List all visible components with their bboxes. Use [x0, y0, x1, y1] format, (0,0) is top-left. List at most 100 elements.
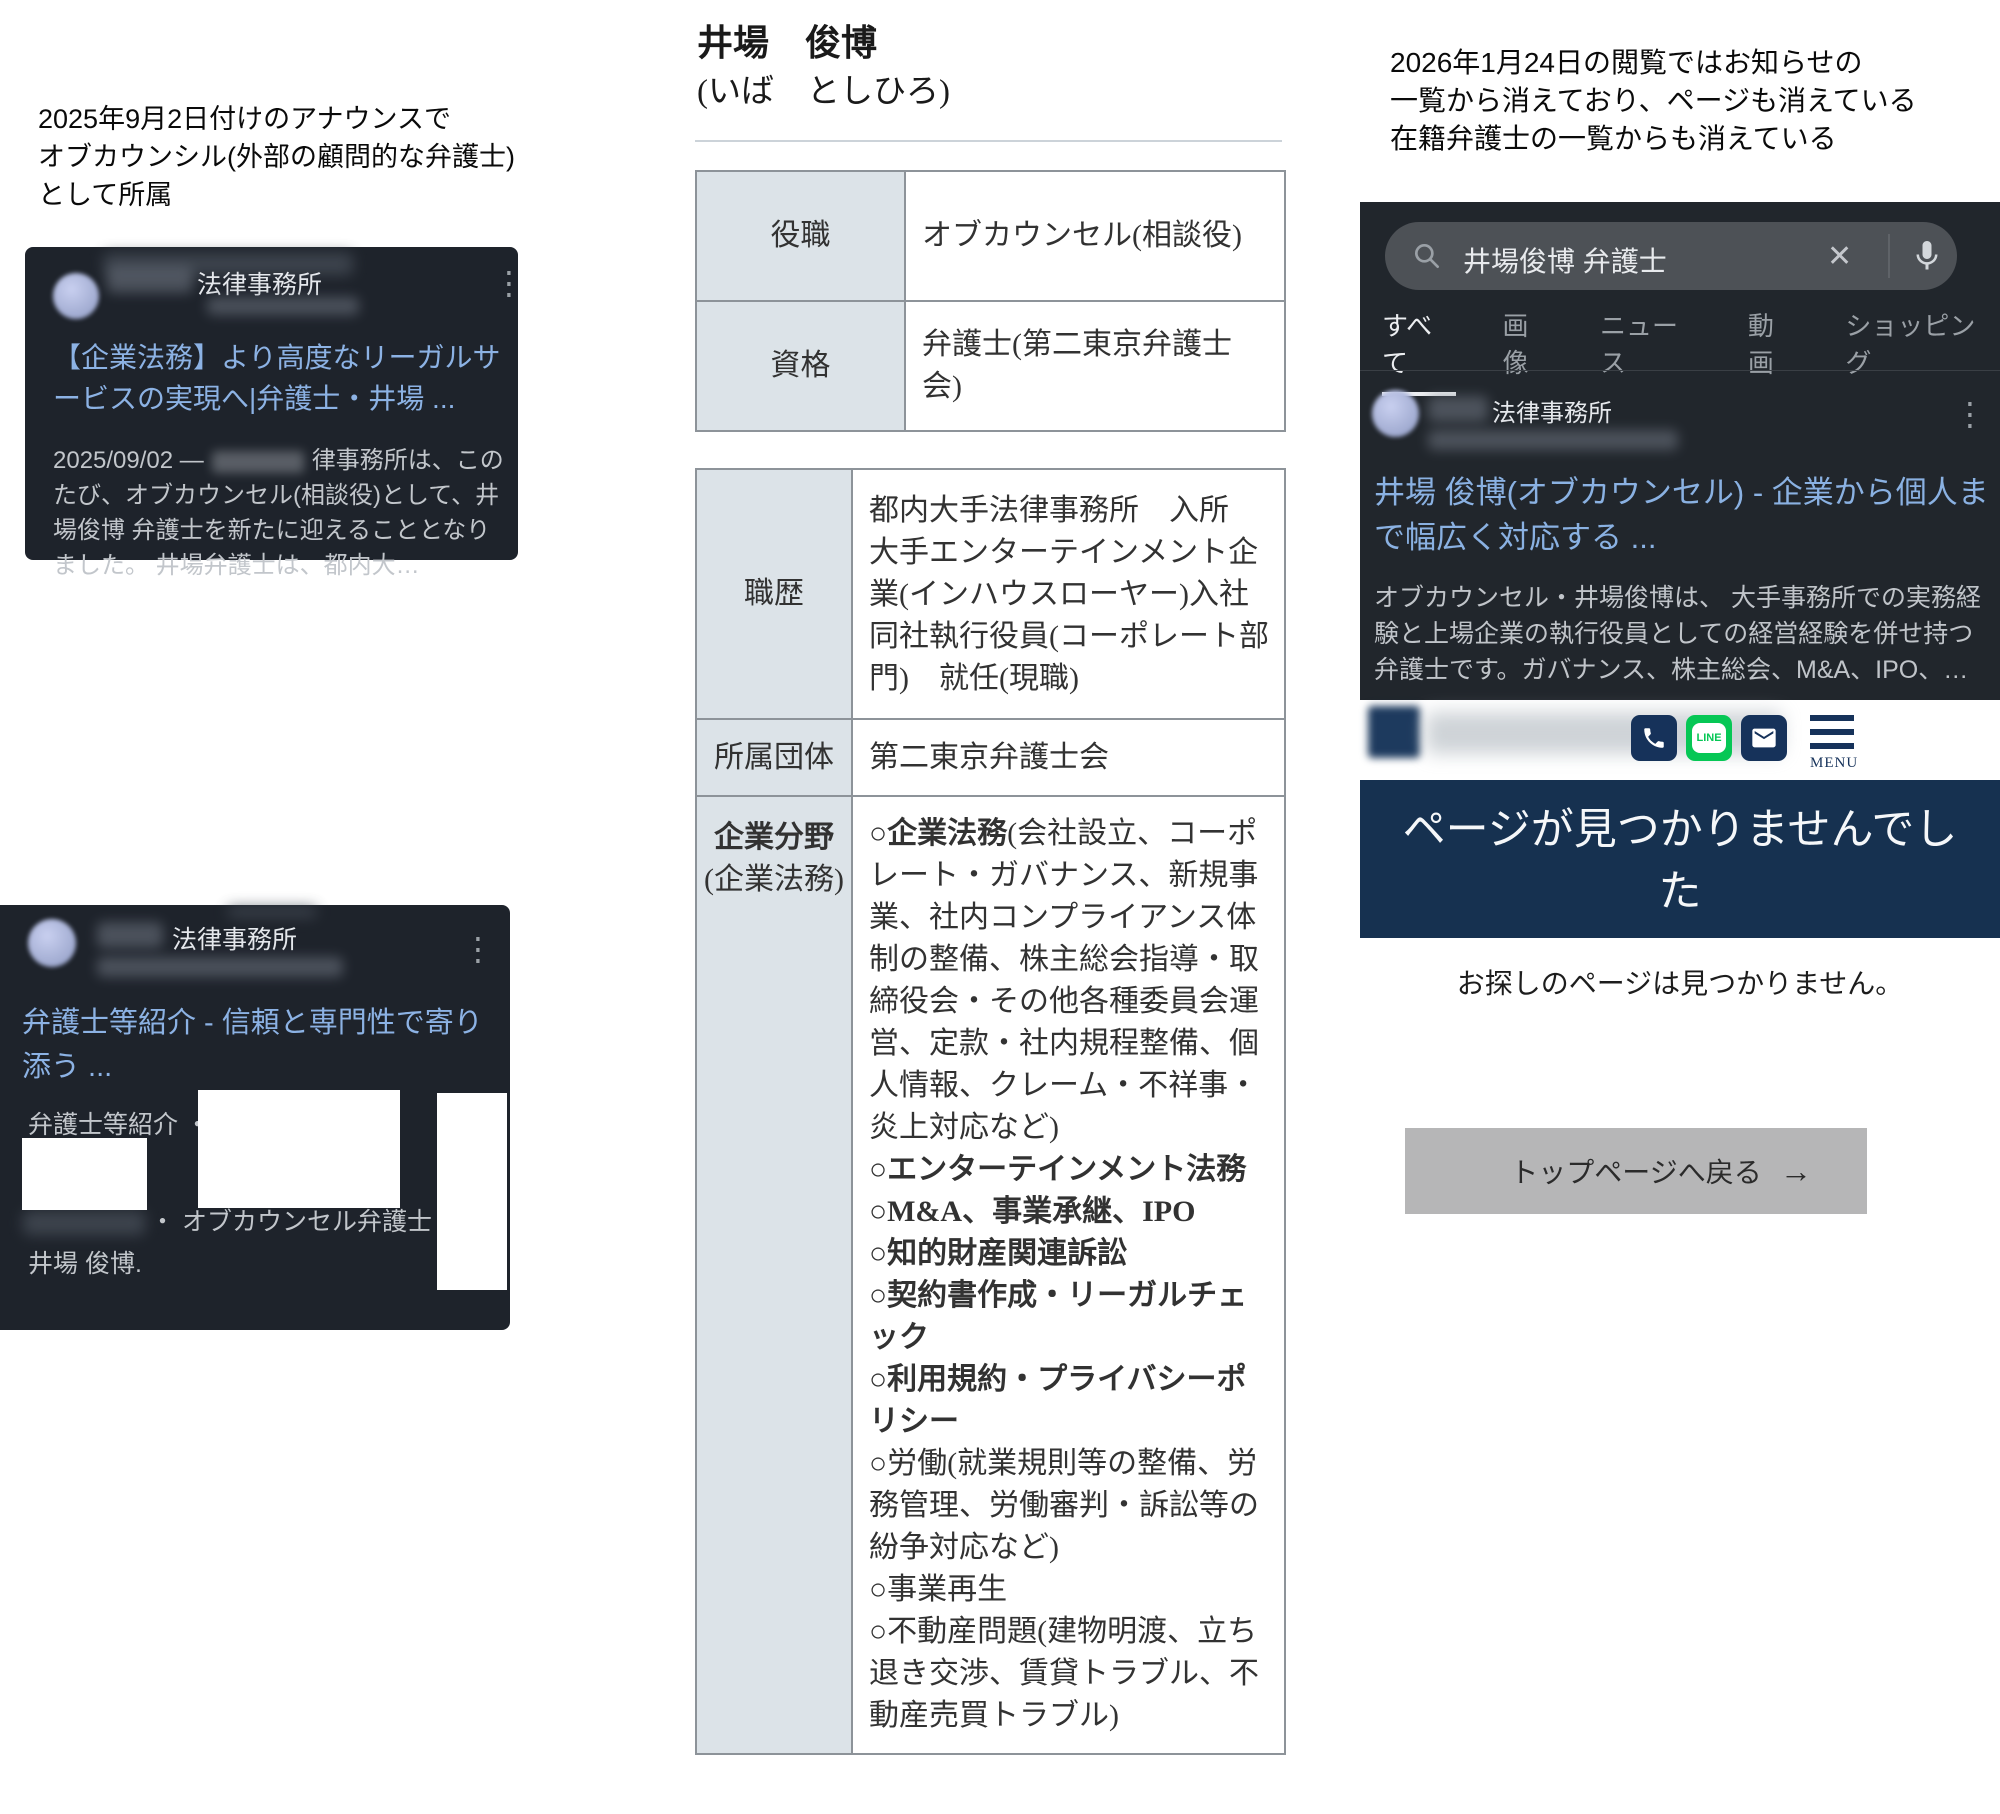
annotation-right: 2026年1月24日の閲覧ではお知らせの 一覧から消えており、ページも消えている…	[1390, 44, 1917, 158]
site-favicon-avatar	[1372, 390, 1419, 437]
redacted-site-name-blur	[1428, 396, 1488, 422]
row-value: オブカウンセル(相談役)	[905, 171, 1285, 301]
result-snippet-line: 井場 俊博.	[28, 1247, 142, 1282]
site-name: 法律事務所	[1492, 393, 1612, 428]
specialty-item: ○事業再生	[869, 1569, 1270, 1611]
redacted-logo-mark	[1368, 706, 1420, 758]
menu-button[interactable]: MENU	[1810, 715, 1858, 772]
hamburger-icon	[1810, 715, 1854, 721]
annotation-line: オブカウンシル(外部の顧問的な弁護士)	[38, 138, 515, 176]
search-result-card-intro: 法律事務所 ⋮ 弁護士等紹介 - 信頼と専門性で寄り添う ... 弁護士等紹介 …	[0, 905, 510, 1330]
career-value: 都内大手法律事務所 入所大手エンターテインメント企業(インハウスローヤー)入社同…	[852, 469, 1285, 719]
redaction-whitebox-thumbnail	[437, 1093, 507, 1290]
specialty-item: ○労働(就業規則等の整備、労務管理、労働審判・訴訟等の紛争対応など)	[869, 1443, 1270, 1569]
result-title-link[interactable]: 【企業法務】より高度なリーガルサービスの実現へ|弁護士・井場 ...	[53, 337, 505, 419]
annotation-line: 2025年9月2日付けのアナウンスで	[38, 100, 515, 138]
back-to-top-button[interactable]: トップページへ戻る →	[1405, 1128, 1867, 1214]
annotation-line: 在籍弁護士の一覧からも消えている	[1390, 120, 1917, 158]
result-title-link[interactable]: 弁護士等紹介 - 信頼と専門性で寄り添う ...	[22, 1001, 490, 1089]
table-row: 企業分野 (企業法務) ○企業法務(会社設立、コーポレート・ガバナンス、新規事業…	[696, 796, 1285, 1754]
redacted-url-blur	[207, 297, 359, 315]
redacted-url-blur	[97, 957, 343, 977]
phone-button[interactable]	[1631, 715, 1677, 761]
more-options-icon[interactable]: ⋮	[1954, 398, 1986, 430]
profile-table-career: 職歴 都内大手法律事務所 入所大手エンターテインメント企業(インハウスローヤー)…	[695, 468, 1286, 1755]
specialty-item: ○契約書作成・リーガルチェック	[869, 1275, 1270, 1359]
redacted-site-name-blur	[107, 267, 193, 293]
page-not-found-banner: ページが見つかりませんでした	[1360, 780, 2000, 938]
tab-videos[interactable]: 動画	[1748, 306, 1800, 396]
career-line: 都内大手法律事務所 入所	[869, 490, 1270, 532]
redacted-blur	[227, 907, 317, 917]
specialties-value: ○企業法務(会社設立、コーポレート・ガバナンス、新規事業、社内コンプライアンス体…	[852, 796, 1285, 1754]
phone-icon	[1641, 725, 1667, 751]
specialty-item: ○M&A、事業承継、IPO	[869, 1191, 1270, 1233]
annotation-left: 2025年9月2日付けのアナウンスで オブカウンシル(外部の顧問的な弁護士) と…	[38, 100, 515, 214]
specialty-item: ○利用規約・プライバシーポリシー	[869, 1359, 1270, 1443]
mail-button[interactable]	[1741, 715, 1787, 761]
search-tabs: すべて 画像 ニュース 動画 ショッピング	[1382, 306, 2000, 396]
tab-images[interactable]: 画像	[1502, 306, 1554, 396]
search-result-card-announcement: 法律事務所 ⋮ 【企業法務】より高度なリーガルサービスの実現へ|弁護士・井場 .…	[25, 247, 518, 560]
career-line: 同社執行役員(コーポレート部門) 就任(現職)	[869, 616, 1270, 700]
table-row: 役職 オブカウンセル(相談役)	[696, 171, 1285, 301]
tab-all[interactable]: すべて	[1382, 306, 1456, 396]
google-search-screenshot: 井場俊博 弁護士 ✕ すべて 画像 ニュース 動画 ショッピング 法律事務所 ⋮…	[1360, 202, 2000, 700]
table-row: 職歴 都内大手法律事務所 入所大手エンターテインメント企業(インハウスローヤー)…	[696, 469, 1285, 719]
more-options-icon[interactable]: ⋮	[462, 933, 494, 965]
row-label: 所属団体	[696, 719, 852, 796]
site-favicon-avatar	[28, 919, 76, 967]
career-line: 大手エンターテインメント企業(インハウスローヤー)入社	[869, 532, 1270, 616]
line-icon-label: LINE	[1696, 732, 1721, 744]
profile-name-reading: (いば としひろ)	[697, 64, 950, 112]
search-input[interactable]: 井場俊博 弁護士	[1463, 240, 1667, 280]
redacted-inline-blur	[212, 451, 304, 473]
more-options-icon[interactable]: ⋮	[493, 267, 525, 299]
mail-icon	[1750, 724, 1778, 752]
field-label-line: (企業法務)	[698, 859, 850, 901]
profile-table-basic: 役職 オブカウンセル(相談役) 資格 弁護士(第二東京弁護士会)	[695, 170, 1286, 432]
lawfirm-site-screenshot: LINE MENU ページが見つかりませんでした お探しのページは見つかりません…	[1360, 700, 2000, 1814]
result-snippet: 2025/09/02 —律事務所は、このたび、オブカウンセル(相談役)として、井…	[53, 443, 505, 583]
row-label: 資格	[696, 301, 905, 431]
specialty-item: ○不動産問題(建物明渡、立ち退き交渉、賃貸トラブル、不動産売買トラブル)	[869, 1611, 1270, 1737]
composite-screenshot: 2025年9月2日付けのアナウンスで オブカウンシル(外部の顧問的な弁護士) と…	[0, 0, 2000, 1814]
row-value: 弁護士(第二東京弁護士会)	[905, 301, 1285, 431]
not-found-message: お探しのページは見つかりません。	[1360, 962, 2000, 1002]
specialty-item: ○知的財産関連訴訟	[869, 1233, 1270, 1275]
redacted-site-name-blur	[97, 922, 163, 948]
search-bar[interactable]: 井場俊博 弁護士 ✕	[1385, 222, 1957, 290]
row-label: 企業分野 (企業法務)	[696, 796, 852, 1754]
field-label-line: 企業分野	[698, 817, 850, 859]
line-icon: LINE	[1692, 723, 1726, 753]
search-icon	[1411, 240, 1443, 272]
menu-label: MENU	[1810, 755, 1858, 772]
site-name: 法律事務所	[172, 920, 297, 956]
site-name: 法律事務所	[197, 265, 322, 301]
search-divider	[1888, 234, 1890, 278]
microphone-icon[interactable]	[1909, 238, 1945, 274]
row-label: 職歴	[696, 469, 852, 719]
tabs-divider	[1360, 370, 2000, 371]
redaction-whitebox	[22, 1138, 147, 1210]
tab-shopping[interactable]: ショッピング	[1845, 306, 2000, 396]
redaction-whitebox	[198, 1090, 400, 1208]
tab-news[interactable]: ニュース	[1600, 306, 1702, 396]
clear-search-icon[interactable]: ✕	[1827, 239, 1852, 274]
table-row: 資格 弁護士(第二東京弁護士会)	[696, 301, 1285, 431]
result-title-link[interactable]: 井場 俊博(オブカウンセル) - 企業から個人まで幅広く対応する ...	[1374, 470, 1992, 560]
row-label: 役職	[696, 171, 905, 301]
org-value: 第二東京弁護士会	[852, 719, 1285, 796]
annotation-line: として所属	[38, 176, 515, 214]
back-button-label: トップページへ戻る	[1510, 1151, 1761, 1191]
specialty-item: ○エンターテインメント法務	[869, 1149, 1270, 1191]
site-favicon-avatar	[53, 273, 99, 319]
page-not-found-title: ページが見つかりませんでした	[1388, 780, 1973, 924]
redacted-blur	[23, 1211, 145, 1235]
result-snippet-line: ・ オブカウンセル弁護士	[150, 1205, 432, 1240]
result-snippet: オブカウンセル・井場俊博は、 大手事務所での実務経験と上場企業の執行役員としての…	[1374, 580, 1996, 688]
specialty-item: ○企業法務(会社設立、コーポレート・ガバナンス、新規事業、社内コンプライアンス体…	[869, 813, 1270, 1149]
table-row: 所属団体 第二東京弁護士会	[696, 719, 1285, 796]
annotation-line: 2026年1月24日の閲覧ではお知らせの	[1390, 44, 1917, 82]
line-button[interactable]: LINE	[1686, 715, 1732, 761]
